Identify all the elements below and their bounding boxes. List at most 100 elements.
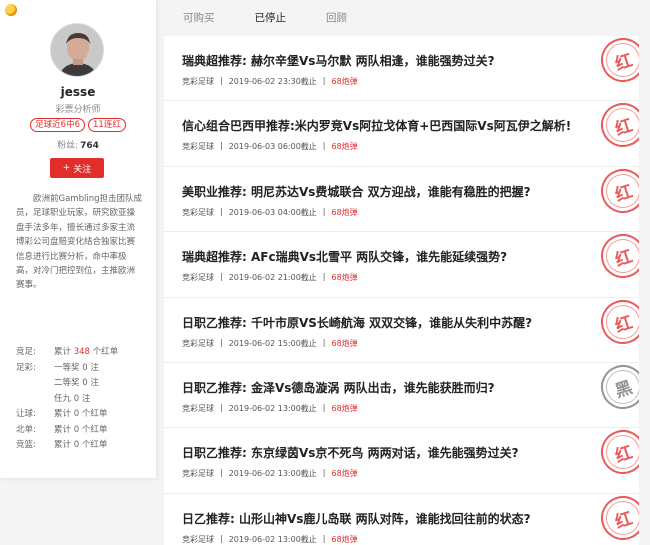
- avatar[interactable]: [50, 23, 104, 77]
- stat-label: [16, 376, 54, 392]
- stat-row: 足彩: 一等奖 0 注: [16, 361, 150, 377]
- article-deadline: 2019-06-02 13:00截止: [228, 469, 317, 479]
- article-meta: 竞彩足球 | 2019-06-03 06:00截止 | 68炮弹: [182, 141, 358, 152]
- stat-row: 任九 0 注: [16, 392, 150, 408]
- list-item[interactable]: 美职业推荐: 明尼苏达Vs费城联合 双方迎战，谁能有稳胜的把握? 竞彩足球 | 2…: [164, 163, 639, 233]
- tab-purchasable[interactable]: 可购买: [183, 10, 215, 25]
- article-deadline: 2019-06-02 23:30截止: [228, 77, 317, 86]
- list-item[interactable]: 日乙推荐: 山形山神Vs鹿儿岛联 两队对阵，谁能找回往前的状态? 竞彩足球 | 2…: [164, 490, 639, 545]
- article-price: 68炮弹: [331, 403, 358, 413]
- article-meta: 竞彩足球 | 2019-06-02 13:00截止 | 68炮弹: [182, 468, 358, 479]
- article-title[interactable]: 瑞典超推荐: AFc瑞典Vs北雪平 两队交锋，谁先能延续强势?: [182, 248, 507, 265]
- stat-value: 348: [73, 347, 90, 357]
- stat-suffix: 注: [81, 393, 91, 404]
- achievement-tag: 足球近6中6: [30, 118, 85, 132]
- article-title[interactable]: 瑞典超推荐: 赫尔辛堡Vs马尔默 两队相逢，谁能强势过关?: [182, 52, 495, 69]
- article-category: 竞彩足球: [182, 207, 214, 217]
- follow-button[interactable]: + 关注: [50, 158, 104, 178]
- stat-value: 0: [73, 409, 80, 419]
- stat-label: [16, 392, 54, 408]
- stat-label: 竞篮:: [16, 440, 36, 450]
- result-stamp-icon: 红: [595, 228, 639, 284]
- stat-label: 让球:: [16, 409, 36, 419]
- profile-card: jesse 彩票分析师 足球近6中6 11连红 粉丝: 764 + 关注 欧洲前G…: [0, 0, 156, 478]
- article-price: 68炮弹: [331, 338, 358, 348]
- article-category: 竞彩足球: [182, 534, 214, 544]
- list-item[interactable]: 瑞典超推荐: 赫尔辛堡Vs马尔默 两队相逢，谁能强势过关? 竞彩足球 | 2019…: [164, 36, 639, 102]
- result-stamp-icon: 红: [595, 490, 639, 545]
- stat-suffix: 个红单: [81, 440, 108, 450]
- article-deadline: 2019-06-02 15:00截止: [228, 338, 317, 348]
- stat-row: 竞篮: 累计 0 个红单: [16, 438, 150, 454]
- user-role: 彩票分析师: [55, 105, 101, 115]
- stat-row: 竞足: 累计 348 个红单: [16, 345, 150, 361]
- stat-row: 二等奖 0 注: [16, 376, 150, 392]
- stat-prefix: 任九: [54, 393, 72, 404]
- list-item[interactable]: 日职乙推荐: 东京绿茵Vs京不死鸟 两两对话，谁先能强势过关? 竞彩足球 | 20…: [164, 424, 639, 494]
- article-price: 68炮弹: [331, 207, 358, 217]
- article-list: 瑞典超推荐: 赫尔辛堡Vs马尔默 两队相逢，谁能强势过关? 竞彩足球 | 2019…: [164, 36, 639, 545]
- article-meta: 竞彩足球 | 2019-06-03 04:00截止 | 68炮弹: [182, 206, 358, 217]
- article-category: 竞彩足球: [182, 338, 214, 348]
- article-deadline: 2019-06-03 04:00截止: [228, 207, 317, 217]
- stat-suffix: 个红单: [81, 409, 108, 419]
- article-price: 68炮弹: [331, 534, 358, 544]
- article-category: 竞彩足球: [182, 469, 214, 479]
- list-item[interactable]: 信心组合巴西甲推荐:米内罗竞Vs阿拉戈体育+巴西国际Vs阿瓦伊之解析! 竞彩足球…: [164, 97, 639, 167]
- article-title[interactable]: 日乙推荐: 山形山神Vs鹿儿岛联 两队对阵，谁能找回往前的状态?: [182, 510, 531, 527]
- bio-text: 欧洲前Gambling担击团队成员，足球职业玩家，研究欧亚操盘手法多年，擅长通过…: [16, 194, 142, 291]
- result-stamp-icon: 红: [595, 293, 639, 350]
- follow-label: 关注: [73, 164, 92, 175]
- article-price: 68炮弹: [331, 77, 358, 86]
- article-meta: 竞彩足球 | 2019-06-02 13:00截止 | 68炮弹: [182, 402, 358, 413]
- stat-label: 足彩:: [16, 362, 36, 373]
- article-meta: 竞彩足球 | 2019-06-02 13:00截止 | 68炮弹: [182, 533, 358, 544]
- article-price: 68炮弹: [331, 273, 358, 283]
- avatar-portrait-icon: [51, 24, 103, 76]
- stat-prefix: 一等奖: [54, 362, 80, 373]
- article-price: 68炮弹: [331, 142, 358, 152]
- stat-suffix: 个红单: [81, 424, 108, 435]
- plus-icon: +: [62, 163, 71, 173]
- lottery-logo-icon: [5, 4, 17, 16]
- article-title[interactable]: 信心组合巴西甲推荐:米内罗竞Vs阿拉戈体育+巴西国际Vs阿瓦伊之解析!: [182, 117, 571, 134]
- stat-value: 0: [73, 393, 80, 404]
- stat-prefix: 累计: [54, 347, 72, 357]
- page: jesse 彩票分析师 足球近6中6 11连红 粉丝: 764 + 关注 欧洲前G…: [0, 0, 650, 545]
- stat-suffix: 注: [90, 362, 99, 373]
- stat-value: 0: [82, 378, 88, 388]
- article-deadline: 2019-06-02 21:00截止: [228, 273, 317, 283]
- article-deadline: 2019-06-03 06:00截止: [228, 142, 317, 152]
- tab-review[interactable]: 回顾: [326, 10, 347, 25]
- list-item[interactable]: 日职乙推荐: 千叶市原VS长崎航海 双双交锋，谁能从失利中苏醒? 竞彩足球 | 2…: [164, 293, 639, 363]
- stat-row: 北单: 累计 0 个红单: [16, 423, 150, 439]
- stat-label: 竞足:: [16, 347, 36, 357]
- fans-value: 764: [80, 141, 99, 151]
- stat-row: 让球: 累计 0 个红单: [16, 407, 150, 423]
- stat-value: 0: [82, 362, 88, 373]
- article-category: 竞彩足球: [182, 142, 214, 152]
- article-title[interactable]: 日职乙推荐: 金泽Vs德岛漩涡 两队出击，谁先能获胜而归?: [182, 379, 495, 396]
- result-stamp-icon: 红: [595, 163, 639, 219]
- result-stamp-icon: 红: [595, 36, 639, 88]
- fans-count: 粉丝: 764: [0, 138, 156, 151]
- stat-prefix: 累计: [54, 424, 72, 435]
- username: jesse: [60, 85, 96, 99]
- article-category: 竞彩足球: [182, 77, 214, 86]
- article-price: 68炮弹: [331, 469, 358, 479]
- article-category: 竞彩足球: [182, 403, 214, 413]
- article-meta: 竞彩足球 | 2019-06-02 15:00截止 | 68炮弹: [182, 337, 358, 348]
- list-item[interactable]: 瑞典超推荐: AFc瑞典Vs北雪平 两队交锋，谁先能延续强势? 竞彩足球 | 20…: [164, 228, 639, 298]
- article-title[interactable]: 日职乙推荐: 千叶市原VS长崎航海 双双交锋，谁能从失利中苏醒?: [182, 314, 532, 331]
- list-item[interactable]: 日职乙推荐: 金泽Vs德岛漩涡 两队出击，谁先能获胜而归? 竞彩足球 | 2019…: [164, 359, 639, 429]
- tab-stopped[interactable]: 已停止: [255, 10, 287, 25]
- achievement-tag: 11连红: [88, 118, 126, 132]
- fans-label: 粉丝:: [57, 141, 79, 151]
- article-title[interactable]: 美职业推荐: 明尼苏达Vs费城联合 双方迎战，谁能有稳胜的把握?: [182, 183, 531, 200]
- status-tabs: 可购买 已停止 回顾: [183, 10, 347, 25]
- stat-label: 北单:: [16, 424, 36, 435]
- article-deadline: 2019-06-02 13:00截止: [228, 403, 317, 413]
- article-title[interactable]: 日职乙推荐: 东京绿茵Vs京不死鸟 两两对话，谁先能强势过关?: [182, 444, 519, 461]
- article-meta: 竞彩足球 | 2019-06-02 23:30截止 | 68炮弹: [182, 76, 358, 86]
- result-stamp-icon: 红: [595, 424, 639, 481]
